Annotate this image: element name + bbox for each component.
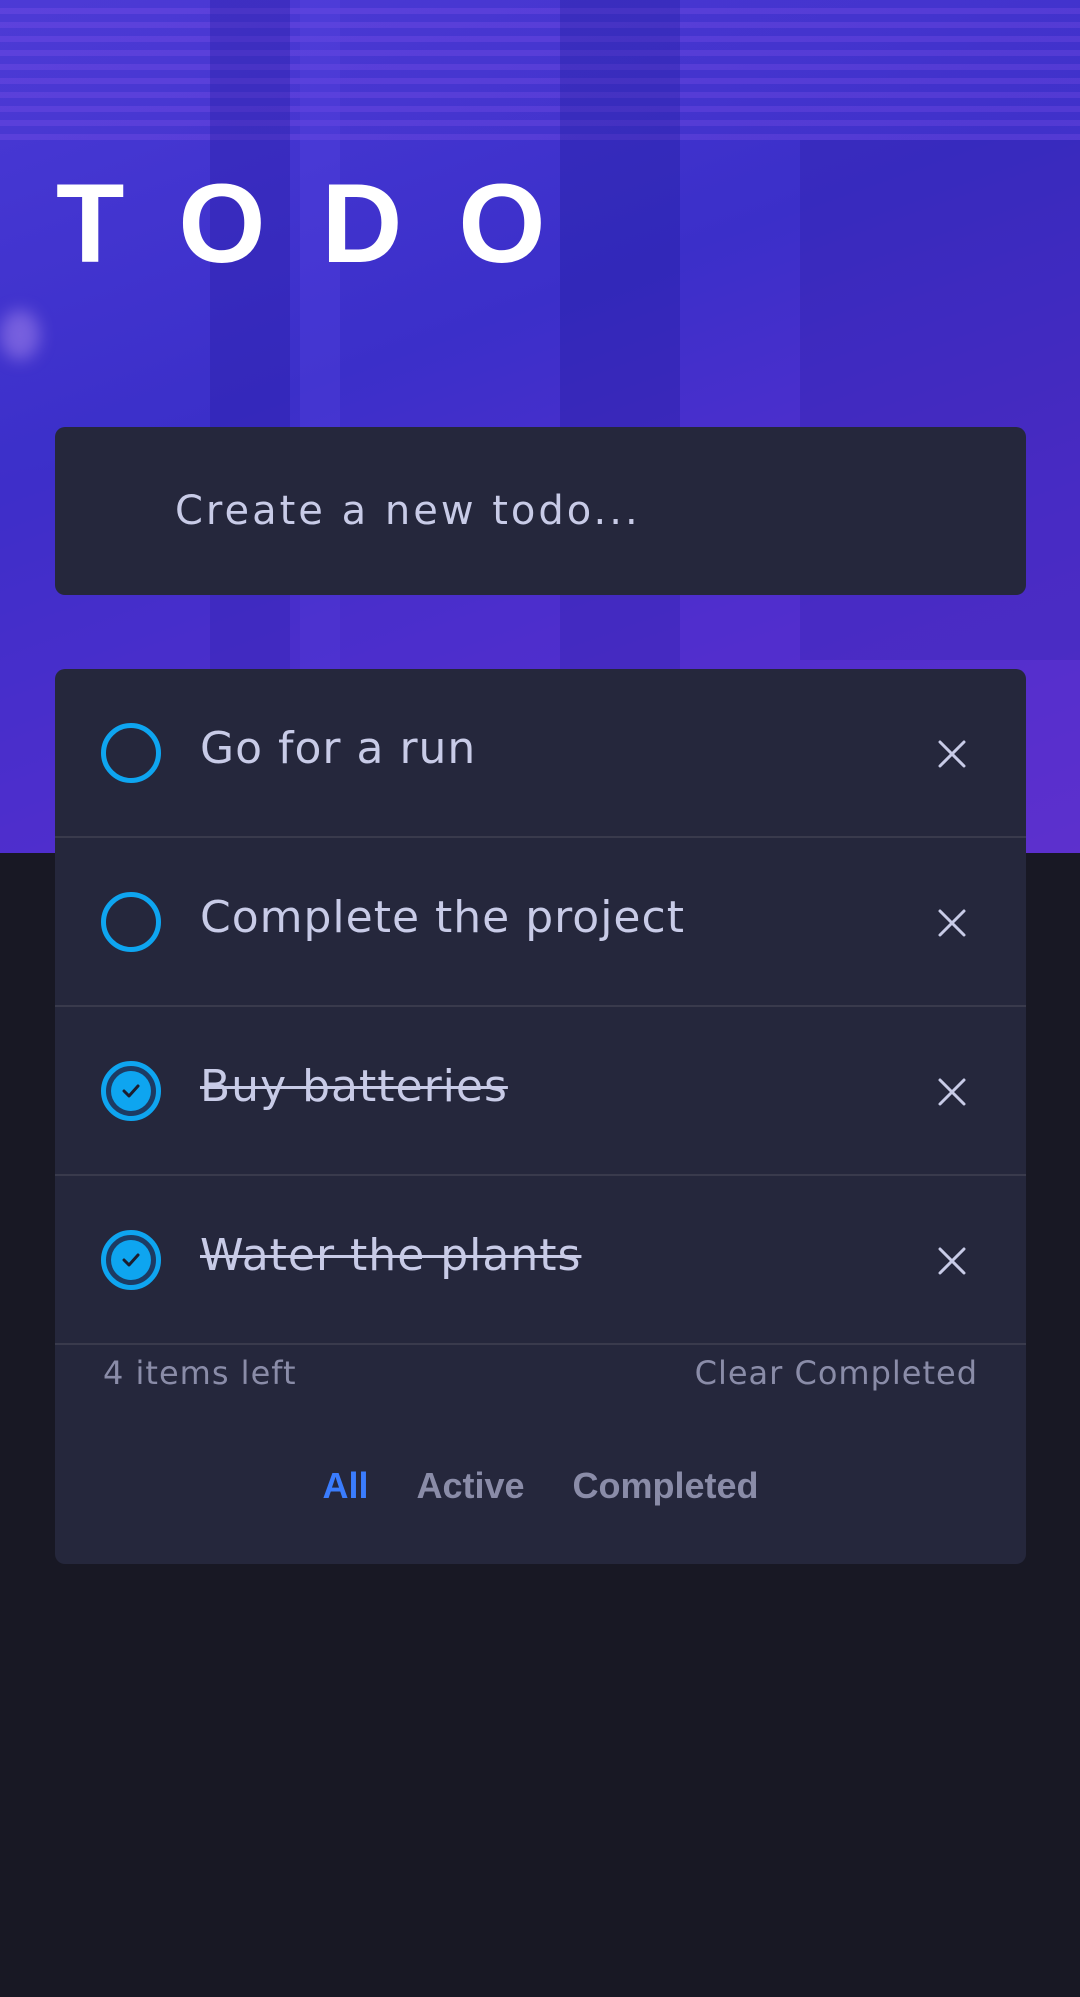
todo-checkbox[interactable] [101,892,161,952]
clear-completed-button[interactable]: Clear Completed [695,1354,978,1392]
todo-checkbox[interactable] [101,723,161,783]
new-todo-box [55,427,1026,595]
todo-text[interactable]: Buy batteries [200,1007,508,1176]
todo-text[interactable]: Go for a run [200,669,476,838]
todo-list: Go for a run Complete the project Buy ba… [55,669,1026,1564]
todo-text[interactable]: Complete the project [200,838,685,1007]
page: TODO Go for a run Complete the project [0,0,1080,1997]
close-icon[interactable] [937,1246,967,1276]
close-icon[interactable] [937,739,967,769]
check-circle-icon [111,1240,151,1280]
filter-active[interactable]: Active [416,1465,524,1525]
todo-text[interactable]: Water the plants [200,1176,581,1345]
new-todo-input[interactable] [175,427,995,595]
list-footer: 4 items left Clear Completed [55,1354,1026,1414]
todo-item: Water the plants [55,1176,1026,1345]
filter-all[interactable]: All [322,1465,368,1525]
todo-item: Buy batteries [55,1007,1026,1176]
todo-item: Go for a run [55,669,1026,838]
close-icon[interactable] [937,908,967,938]
items-left-count: 4 items left [103,1354,297,1392]
filter-completed[interactable]: Completed [573,1465,759,1525]
app-title: TODO [56,161,602,286]
filter-bar: All Active Completed [55,1465,1026,1525]
todo-checkbox-checked[interactable] [101,1230,161,1290]
check-circle-icon [111,1071,151,1111]
close-icon[interactable] [937,1077,967,1107]
todo-checkbox-checked[interactable] [101,1061,161,1121]
todo-item: Complete the project [55,838,1026,1007]
